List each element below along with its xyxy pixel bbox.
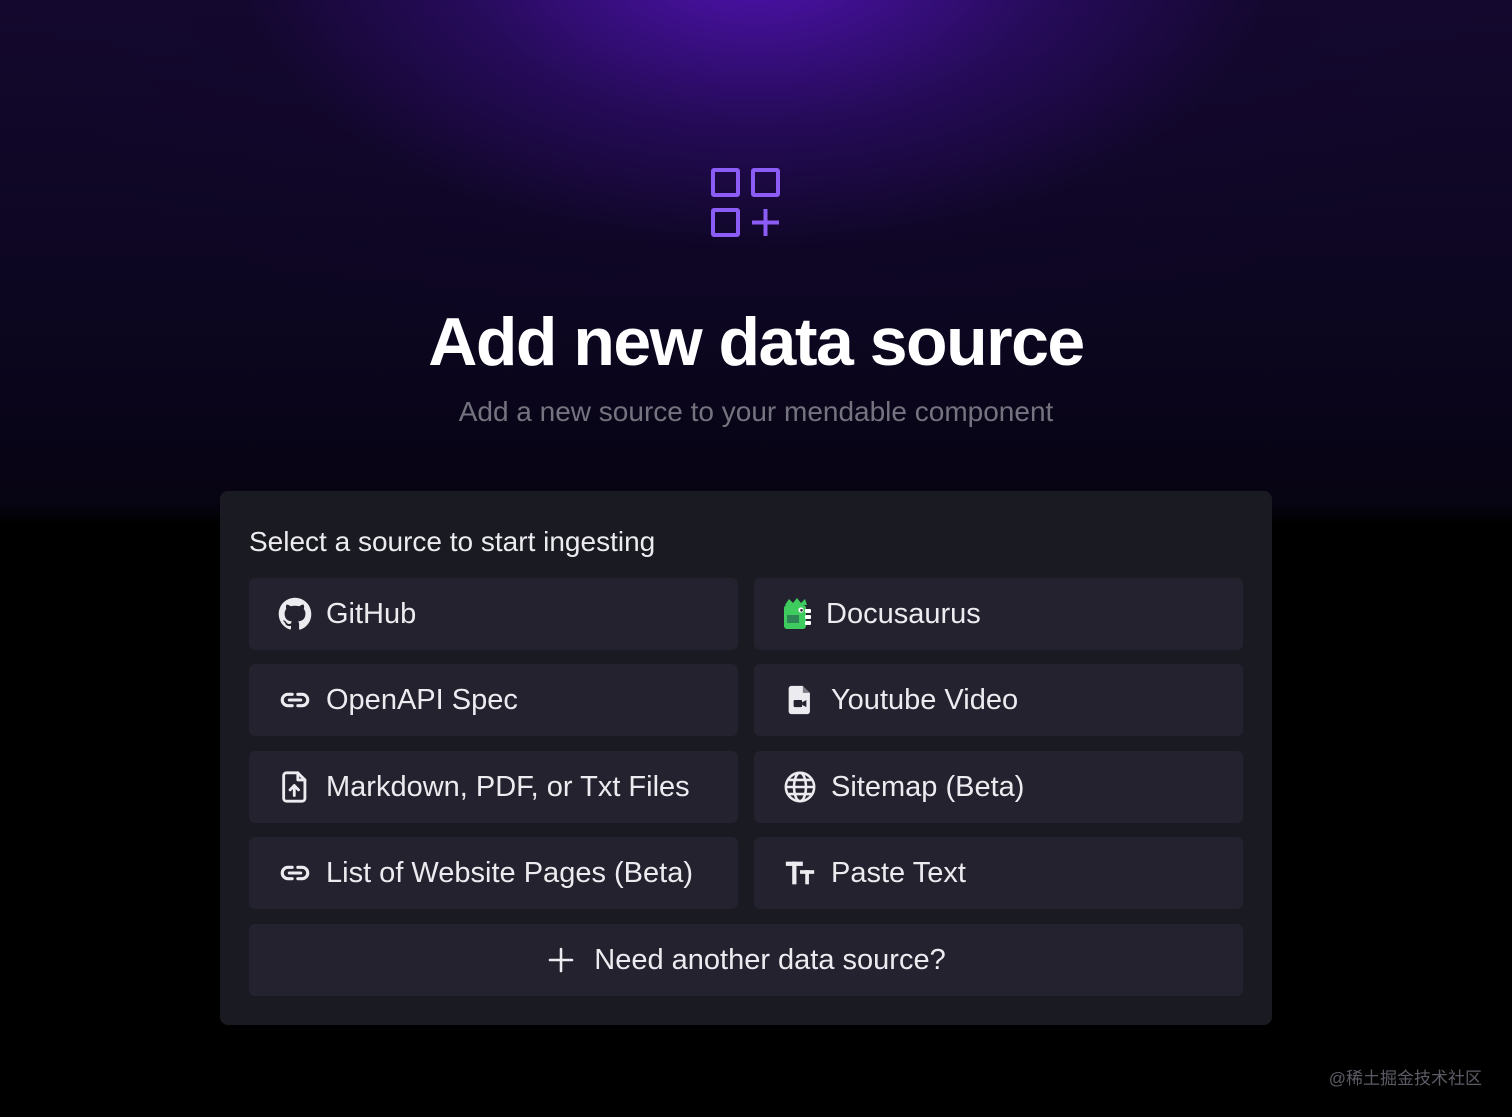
source-github-button[interactable]: GitHub [249,578,738,650]
source-paste-text-button[interactable]: Paste Text [754,837,1243,909]
source-label: OpenAPI Spec [326,683,518,716]
text-size-icon [783,856,817,890]
source-label: Paste Text [831,856,966,889]
link-icon [278,683,312,717]
source-files-button[interactable]: Markdown, PDF, or Txt Files [249,751,738,823]
page: Add new data source Add a new source to … [0,0,1512,1117]
page-subtitle: Add a new source to your mendable compon… [458,396,1054,427]
request-data-source-button[interactable]: Need another data source? [249,924,1243,996]
github-icon [278,597,312,631]
source-sitemap-button[interactable]: Sitemap (Beta) [754,751,1243,823]
source-openapi-button[interactable]: OpenAPI Spec [249,664,738,736]
source-selection-panel: Select a source to start ingesting GitHu… [220,491,1272,1025]
source-website-pages-button[interactable]: List of Website Pages (Beta) [249,837,738,909]
globe-icon [783,770,817,804]
grid-plus-icon [709,166,783,240]
plus-icon [546,945,576,975]
source-label: List of Website Pages (Beta) [326,856,693,889]
link-icon [278,856,312,890]
source-label: Sitemap (Beta) [831,770,1025,803]
page-title: Add new data source [428,304,1085,380]
source-label: Docusaurus [826,597,981,630]
source-youtube-button[interactable]: Youtube Video [754,664,1243,736]
panel-heading: Select a source to start ingesting [249,526,656,557]
request-data-source-label: Need another data source? [594,943,946,976]
file-video-icon [783,683,817,717]
docusaurus-icon [780,597,814,631]
source-label: Markdown, PDF, or Txt Files [326,770,690,803]
watermark: @稀土掘金技术社区 [1328,1069,1482,1088]
source-label: GitHub [326,597,417,630]
file-upload-icon [278,770,312,804]
source-docusaurus-button[interactable]: Docusaurus [754,578,1243,650]
source-label: Youtube Video [831,683,1019,716]
